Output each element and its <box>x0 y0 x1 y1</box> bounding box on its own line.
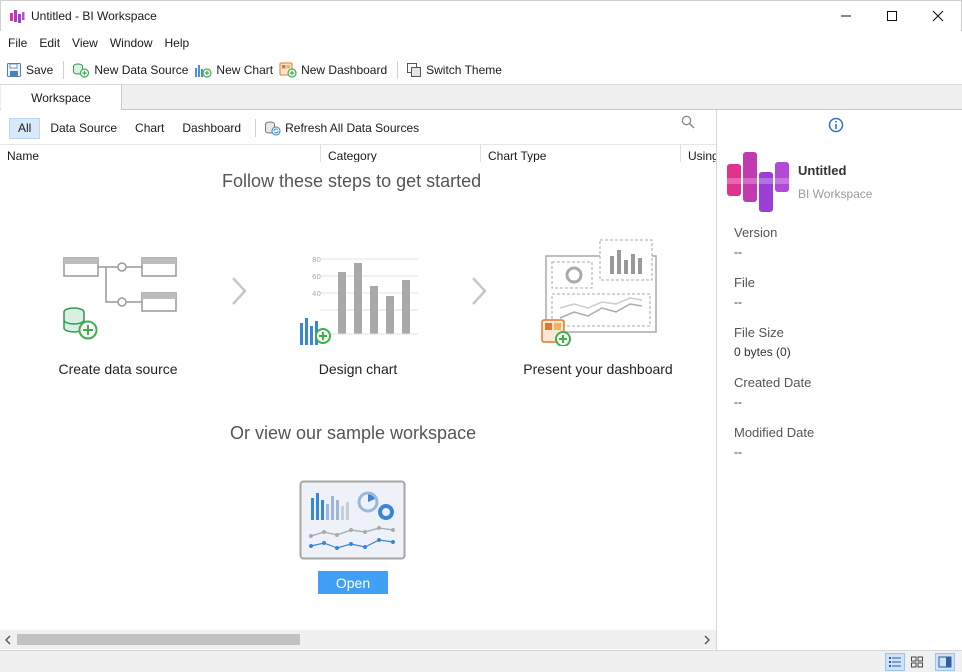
grid-view-icon <box>911 656 923 668</box>
switch-theme-icon <box>407 63 422 77</box>
new-dashboard-button[interactable]: New Dashboard <box>277 59 391 81</box>
design-chart-illustration: 80 60 40 <box>300 256 418 345</box>
close-icon <box>932 10 944 22</box>
axis-tick-40: 40 <box>312 290 321 298</box>
save-icon <box>7 63 21 77</box>
file-size-label: File Size <box>734 325 784 340</box>
new-data-source-button[interactable]: New Data Source <box>70 59 192 81</box>
menu-bar: File Edit View Window Help <box>0 33 962 53</box>
version-value: -- <box>734 245 742 259</box>
window-title: Untitled - BI Workspace <box>31 9 157 23</box>
sample-workspace-thumbnail[interactable] <box>299 480 407 561</box>
search-icon[interactable] <box>680 114 696 130</box>
data-source-illustration <box>63 257 177 340</box>
list-view-button[interactable] <box>885 653 905 671</box>
chevron-right-icon <box>472 277 487 305</box>
filter-chart[interactable]: Chart <box>127 118 172 139</box>
chevron-right-icon <box>232 277 247 305</box>
menu-view[interactable]: View <box>66 33 104 53</box>
chevron-left-icon <box>5 635 11 645</box>
new-data-source-icon <box>73 63 90 78</box>
created-date-value: -- <box>734 395 742 409</box>
scroll-left-button[interactable] <box>1 633 15 647</box>
new-dashboard-icon <box>279 62 297 78</box>
tab-strip: Workspace <box>0 84 962 111</box>
filter-all[interactable]: All <box>9 117 41 139</box>
workspace-pane: All Data Source Chart Dashboard Refresh … <box>0 110 716 650</box>
filter-dashboard[interactable]: Dashboard <box>174 118 249 139</box>
list-view-icon <box>889 657 901 667</box>
toggle-info-pane-button[interactable] <box>935 653 955 671</box>
column-category[interactable]: Category <box>320 145 480 162</box>
toolbar-divider <box>397 61 399 79</box>
step-create-data-source: Create data source <box>58 361 178 377</box>
filter-data-source[interactable]: Data Source <box>42 118 125 139</box>
file-label: File <box>734 275 755 290</box>
refresh-icon <box>265 121 281 136</box>
tab-workspace[interactable]: Workspace <box>1 85 122 111</box>
grid-view-button[interactable] <box>907 653 927 671</box>
new-chart-icon <box>195 65 213 78</box>
file-value: -- <box>734 295 742 309</box>
column-name[interactable]: Name <box>0 145 320 162</box>
save-label: Save <box>26 63 54 77</box>
scroll-right-button[interactable] <box>700 633 714 647</box>
info-pane: Untitled BI Workspace Version -- File --… <box>716 110 962 650</box>
filter-divider <box>255 119 257 137</box>
step-design-chart: Design chart <box>318 361 398 377</box>
step-present-dashboard: Present your dashboard <box>523 361 673 377</box>
column-header-row: Name Category Chart Type Using <box>0 144 716 162</box>
new-data-source-label: New Data Source <box>94 63 189 77</box>
workspace-logo-icon <box>727 152 789 212</box>
close-button[interactable] <box>915 1 961 31</box>
workspace-name: Untitled <box>798 163 847 178</box>
workspace-subtitle: BI Workspace <box>798 187 873 201</box>
toolbar-divider <box>63 61 65 79</box>
switch-theme-button[interactable]: Switch Theme <box>404 59 506 81</box>
column-chart-type[interactable]: Chart Type <box>480 145 680 162</box>
info-icon[interactable] <box>828 117 844 133</box>
menu-edit[interactable]: Edit <box>33 33 66 53</box>
sample-workspace-heading: Or view our sample workspace <box>230 423 477 443</box>
menu-file[interactable]: File <box>2 33 33 53</box>
new-dashboard-label: New Dashboard <box>301 63 388 77</box>
side-panel-icon <box>938 656 952 668</box>
new-chart-button[interactable]: New Chart <box>192 59 277 81</box>
modified-date-label: Modified Date <box>734 425 815 440</box>
maximize-button[interactable] <box>869 1 915 31</box>
created-date-label: Created Date <box>734 375 812 390</box>
title-bar: Untitled - BI Workspace <box>0 0 962 31</box>
version-label: Version <box>734 225 778 240</box>
minimize-icon <box>841 15 851 17</box>
file-size-value: 0 bytes (0) <box>734 345 791 359</box>
minimize-button[interactable] <box>823 1 869 31</box>
open-sample-button[interactable]: Open <box>318 571 388 594</box>
horizontal-scrollbar[interactable] <box>0 630 716 649</box>
new-chart-label: New Chart <box>216 63 274 77</box>
filter-bar: All Data Source Chart Dashboard Refresh … <box>0 116 716 140</box>
app-logo-icon <box>10 10 25 23</box>
getting-started-heading: Follow these steps to get started <box>222 171 482 191</box>
modified-date-value: -- <box>734 445 742 459</box>
maximize-icon <box>887 11 897 21</box>
chevron-right-icon <box>704 635 710 645</box>
status-bar <box>0 650 962 672</box>
axis-tick-60: 60 <box>312 273 321 281</box>
menu-help[interactable]: Help <box>159 33 196 53</box>
refresh-all-button[interactable]: Refresh All Data Sources <box>262 118 427 139</box>
refresh-all-label: Refresh All Data Sources <box>285 121 420 135</box>
dashboard-illustration <box>541 239 657 346</box>
column-using[interactable]: Using <box>680 145 716 162</box>
toolbar: Save New Data Source New Chart New Dashb… <box>0 57 962 83</box>
switch-theme-label: Switch Theme <box>426 63 502 77</box>
axis-tick-80: 80 <box>312 256 321 264</box>
save-button[interactable]: Save <box>4 59 57 81</box>
scrollbar-thumb[interactable] <box>17 634 300 645</box>
menu-window[interactable]: Window <box>104 33 159 53</box>
